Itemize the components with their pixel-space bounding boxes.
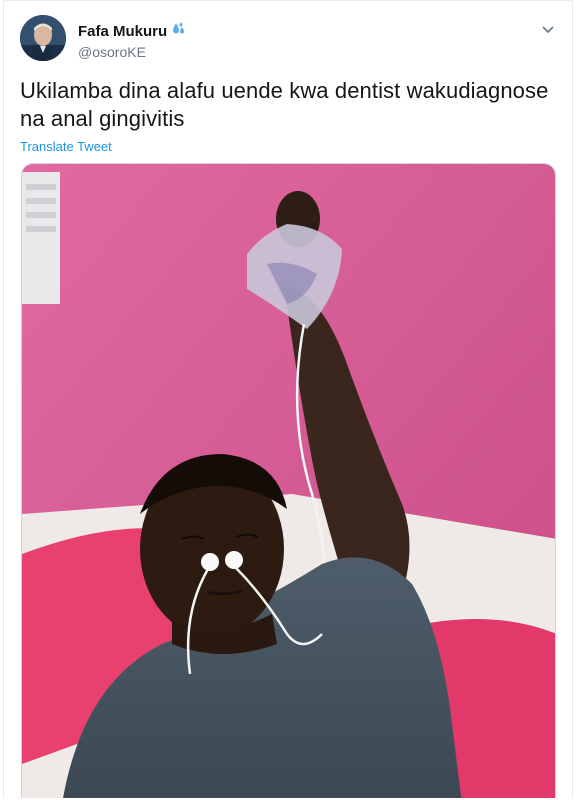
avatar[interactable] [20, 15, 66, 61]
tweet-card: Fafa Mukuru @osoroKE Ukilamba dina alafu… [3, 0, 573, 798]
display-name[interactable]: Fafa Mukuru [78, 23, 167, 40]
author-names: Fafa Mukuru @osoroKE [78, 21, 186, 60]
droplets-emoji-icon [170, 21, 186, 42]
tweet-header: Fafa Mukuru @osoroKE [20, 15, 560, 65]
tweet-text: Ukilamba dina alafu uende kwa dentist wa… [20, 77, 550, 133]
tweet-text-line-2: na anal gingivitis [20, 106, 185, 131]
chevron-down-icon[interactable] [538, 19, 558, 39]
handle[interactable]: @osoroKE [78, 44, 186, 60]
tweet-text-line-1: Ukilamba dina alafu uende kwa dentist wa… [20, 78, 549, 103]
photo-man-lying-with-earphones-in-nose [22, 164, 555, 798]
tweet-media-photo[interactable] [21, 163, 556, 798]
translate-tweet-link[interactable]: Translate Tweet [20, 139, 112, 154]
